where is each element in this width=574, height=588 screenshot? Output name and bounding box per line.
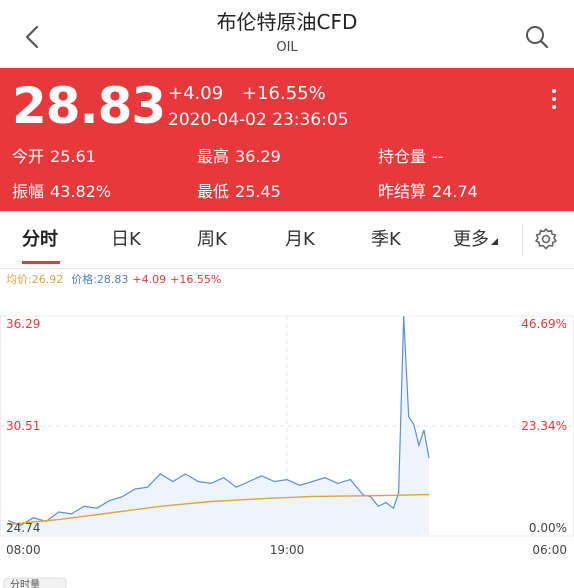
chart-legend: 均价:26.92 价格:28.83 +4.09 +16.55%	[6, 272, 221, 288]
price-change-percent: +16.55%	[242, 83, 326, 104]
volume-tab-label: 分时量	[10, 579, 40, 588]
stat-amplitude: 振幅 43.82%	[12, 181, 111, 203]
tab-quarterly-k[interactable]: 季K	[371, 227, 401, 253]
price-legend: 价格:28.83	[71, 273, 129, 286]
stat-value: --	[432, 147, 444, 166]
x-tick-label: 08:00	[6, 543, 41, 557]
stat-label: 昨结算	[378, 182, 427, 201]
tab-intraday[interactable]: 分时	[22, 227, 58, 253]
stat-open: 今开 25.61	[12, 146, 96, 168]
chart-period-tabs: 分时 日K 周K 月K 季K 更多	[0, 211, 574, 269]
page-subtitle: OIL	[276, 40, 298, 55]
stat-low: 最低 25.45	[197, 181, 281, 203]
stat-open-interest: 持仓量 --	[378, 146, 444, 168]
tab-daily-k[interactable]: 日K	[111, 227, 141, 253]
volume-tab[interactable]: 分时量	[0, 574, 70, 588]
stat-label: 最低	[197, 182, 230, 201]
volume-tab-shape: 分时量	[3, 577, 67, 588]
stat-value: 25.45	[235, 182, 281, 201]
search-icon[interactable]	[522, 22, 552, 52]
y-left-tick-label: 36.29	[6, 317, 40, 331]
price-change: +4.09	[168, 83, 224, 104]
stat-label: 持仓量	[378, 147, 427, 166]
stat-value: 43.82%	[50, 182, 112, 201]
tab-weekly-k[interactable]: 周K	[197, 227, 227, 253]
x-tick-label: 19:00	[270, 543, 305, 557]
y-right-tick-label: 23.34%	[521, 419, 567, 433]
top-bar: 布伦特原油CFD OIL	[0, 0, 574, 68]
tab-more-label: 更多	[453, 229, 489, 250]
last-price: 28.83	[12, 77, 166, 135]
tab-monthly-k[interactable]: 月K	[285, 227, 315, 253]
stat-value: 36.29	[235, 147, 281, 166]
quote-panel: 28.83 +4.09 +16.55% 2020-04-02 23:36:05 …	[0, 68, 574, 211]
stat-label: 振幅	[12, 182, 45, 201]
more-options-icon[interactable]	[548, 86, 560, 116]
stat-label: 最高	[197, 147, 230, 166]
intraday-chart[interactable]: 36.29 30.51 24.74 46.69% 23.34% 0.00% 08:00 19:…	[0, 288, 574, 574]
tab-divider	[522, 225, 523, 255]
avg-price-legend: 均价:26.92	[6, 273, 64, 286]
stat-high: 最高 36.29	[197, 146, 281, 168]
stat-prev-settlement: 昨结算 24.74	[378, 181, 478, 203]
legend-change: +4.09	[132, 273, 167, 286]
tab-more[interactable]: 更多	[453, 227, 498, 253]
title-block: 布伦特原油CFD OIL	[0, 8, 574, 58]
active-tab-indicator	[22, 261, 60, 264]
y-left-tick-label: 24.74	[6, 521, 40, 535]
y-right-tick-label: 46.69%	[521, 317, 567, 331]
y-left-tick-label: 30.51	[6, 419, 40, 433]
x-tick-label: 06:00	[532, 543, 567, 557]
dropdown-triangle-icon	[491, 238, 498, 245]
stat-value: 25.61	[50, 147, 96, 166]
gear-icon[interactable]	[533, 226, 559, 252]
stat-label: 今开	[12, 147, 45, 166]
quote-timestamp: 2020-04-02 23:36:05	[168, 110, 349, 130]
page-title: 布伦特原油CFD	[216, 10, 358, 34]
y-right-tick-label: 0.00%	[529, 521, 567, 535]
legend-change-percent: +16.55%	[170, 273, 222, 286]
stat-value: 24.74	[432, 182, 478, 201]
